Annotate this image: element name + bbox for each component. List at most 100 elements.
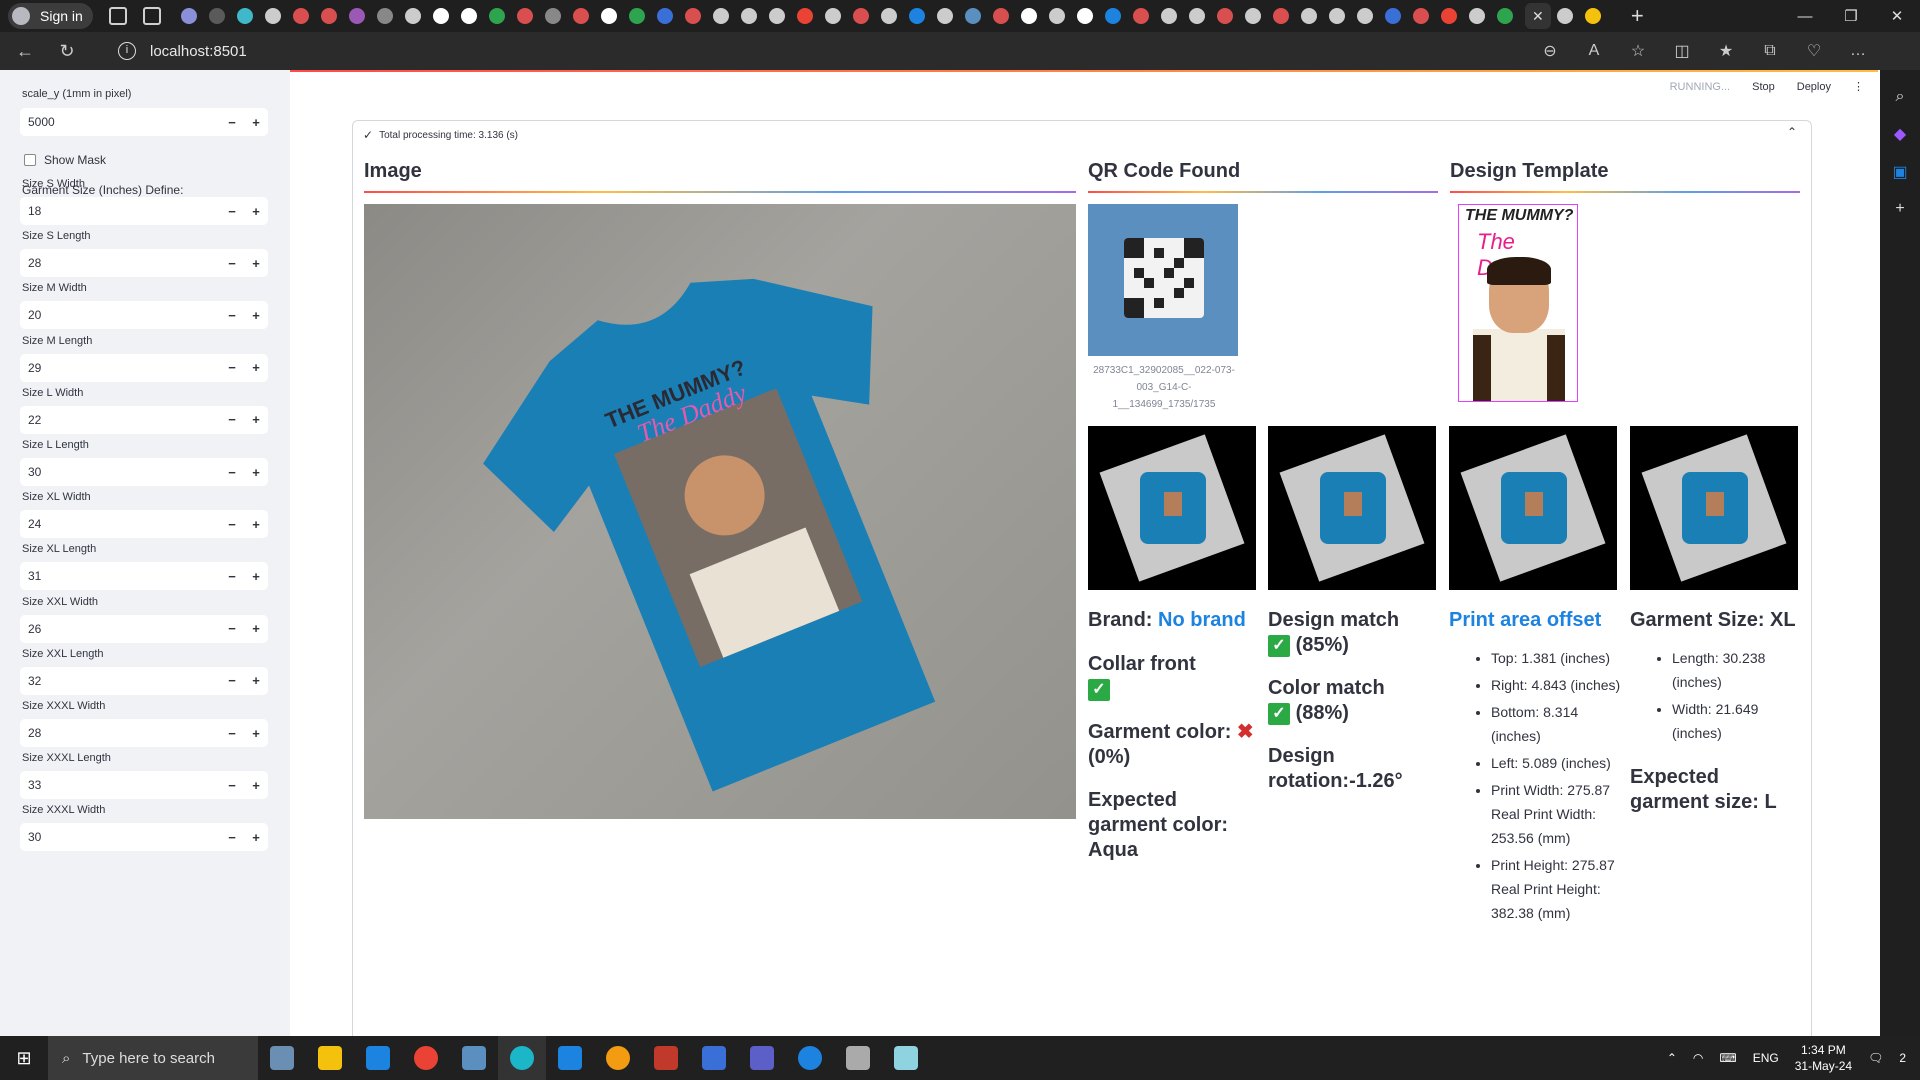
taskbar-app-icon[interactable] bbox=[450, 1036, 498, 1080]
favorite-star-icon[interactable]: ☆ bbox=[1616, 41, 1660, 61]
tab-favicon[interactable] bbox=[208, 8, 225, 24]
tab-favicon[interactable] bbox=[1556, 8, 1573, 24]
increment-button[interactable]: + bbox=[244, 360, 268, 375]
decrement-button[interactable]: − bbox=[220, 204, 244, 219]
decrement-button[interactable]: − bbox=[220, 360, 244, 375]
taskbar-app-icon[interactable] bbox=[594, 1036, 642, 1080]
increment-button[interactable]: + bbox=[244, 115, 268, 130]
chevron-up-icon[interactable]: ⌃ bbox=[1787, 125, 1797, 139]
size-number-input[interactable]: 22 − + bbox=[20, 405, 268, 434]
size-number-input[interactable]: 28 − + bbox=[20, 249, 268, 278]
tab-favicon[interactable] bbox=[768, 8, 785, 24]
increment-button[interactable]: + bbox=[244, 673, 268, 688]
decrement-button[interactable]: − bbox=[220, 412, 244, 427]
clock[interactable]: 1:34 PM 31-May-24 bbox=[1795, 1042, 1852, 1074]
zoom-icon[interactable]: ⊖ bbox=[1528, 41, 1572, 61]
file-explorer-icon[interactable] bbox=[306, 1036, 354, 1080]
search-icon[interactable]: ⌕ bbox=[1880, 88, 1920, 106]
taskbar-app-icon[interactable] bbox=[882, 1036, 930, 1080]
tab-favicon[interactable] bbox=[1496, 8, 1513, 24]
decrement-button[interactable]: − bbox=[220, 115, 244, 130]
increment-button[interactable]: + bbox=[244, 204, 268, 219]
tab-favicon[interactable] bbox=[1272, 8, 1289, 24]
tab-favicon[interactable] bbox=[796, 8, 813, 24]
tab-favicon[interactable] bbox=[1048, 8, 1065, 24]
expander-header[interactable]: ✓ Total processing time: 3.136 (s) bbox=[363, 128, 518, 142]
decrement-button[interactable]: − bbox=[220, 517, 244, 532]
tab-favicon[interactable] bbox=[684, 8, 701, 24]
close-window-icon[interactable]: ✕ bbox=[1874, 7, 1920, 25]
taskbar-app-icon[interactable] bbox=[642, 1036, 690, 1080]
site-info-icon[interactable]: i bbox=[118, 42, 136, 60]
tab-favicon[interactable] bbox=[236, 8, 253, 24]
decrement-button[interactable]: − bbox=[220, 673, 244, 688]
back-icon[interactable]: ← bbox=[8, 41, 42, 62]
split-screen-icon[interactable]: ◫ bbox=[1660, 41, 1704, 61]
tab-favicon[interactable] bbox=[404, 8, 421, 24]
tab-favicon[interactable] bbox=[880, 8, 897, 24]
tab-favicon[interactable] bbox=[1412, 8, 1429, 24]
sign-in-button[interactable]: Sign in bbox=[8, 3, 93, 29]
vscode-icon[interactable] bbox=[546, 1036, 594, 1080]
taskbar-app-icon[interactable] bbox=[690, 1036, 738, 1080]
increment-button[interactable]: + bbox=[244, 256, 268, 271]
outlook-icon[interactable]: ▣ bbox=[1880, 162, 1920, 182]
increment-button[interactable]: + bbox=[244, 830, 268, 845]
size-number-input[interactable]: 18 − + bbox=[20, 197, 268, 225]
tab-favicon[interactable] bbox=[1160, 8, 1177, 24]
deploy-button[interactable]: Deploy bbox=[1797, 81, 1831, 93]
more-menu-icon[interactable]: … bbox=[1836, 42, 1880, 60]
active-tab[interactable]: ✕ bbox=[1524, 3, 1551, 29]
increment-button[interactable]: + bbox=[244, 778, 268, 793]
tab-favicon[interactable] bbox=[656, 8, 673, 24]
tab-actions-icon[interactable] bbox=[142, 7, 161, 25]
tab-favicon[interactable] bbox=[1384, 8, 1401, 24]
new-tab-icon[interactable]: + bbox=[1631, 3, 1644, 29]
chevron-up-icon[interactable]: ⌃ bbox=[1667, 1051, 1677, 1065]
tab-favicon[interactable] bbox=[1020, 8, 1037, 24]
wifi-icon[interactable]: ◠ bbox=[1693, 1051, 1703, 1065]
github-icon[interactable] bbox=[600, 8, 617, 24]
keyboard-icon[interactable]: ⌨ bbox=[1719, 1051, 1736, 1065]
tab-favicon[interactable] bbox=[824, 8, 841, 24]
main-menu-icon[interactable]: ⋮ bbox=[1853, 80, 1864, 93]
tab-favicon[interactable] bbox=[1440, 8, 1457, 24]
github-icon[interactable] bbox=[1076, 8, 1093, 24]
performance-icon[interactable]: ♡ bbox=[1792, 41, 1836, 61]
tab-favicon[interactable] bbox=[320, 8, 337, 24]
tab-favicon[interactable] bbox=[936, 8, 953, 24]
chrome-icon[interactable] bbox=[402, 1036, 450, 1080]
tab-favicon[interactable] bbox=[1328, 8, 1345, 24]
store-icon[interactable] bbox=[354, 1036, 402, 1080]
github-icon[interactable] bbox=[460, 8, 477, 24]
github-icon[interactable] bbox=[432, 8, 449, 24]
size-number-input[interactable]: 33 − + bbox=[20, 771, 268, 800]
scale-input[interactable]: 5000 − + bbox=[20, 108, 268, 136]
increment-button[interactable]: + bbox=[244, 517, 268, 532]
decrement-button[interactable]: − bbox=[220, 465, 244, 480]
taskbar-app-icon[interactable] bbox=[786, 1036, 834, 1080]
copilot-icon[interactable]: ◆ bbox=[1880, 124, 1920, 144]
decrement-button[interactable]: − bbox=[220, 308, 244, 323]
increment-button[interactable]: + bbox=[244, 308, 268, 323]
tab-favicon[interactable] bbox=[740, 8, 757, 24]
tab-favicon[interactable] bbox=[852, 8, 869, 24]
size-number-input[interactable]: 30 − + bbox=[20, 823, 268, 852]
taskbar-app-icon[interactable] bbox=[834, 1036, 882, 1080]
increment-button[interactable]: + bbox=[244, 621, 268, 636]
size-number-input[interactable]: 32 − + bbox=[20, 666, 268, 695]
language-indicator[interactable]: ENG bbox=[1753, 1051, 1779, 1065]
edge-icon[interactable] bbox=[498, 1036, 546, 1080]
url-field[interactable]: i localhost:8501 bbox=[108, 36, 1598, 66]
tab-favicon[interactable] bbox=[180, 8, 197, 24]
tab-favicon[interactable] bbox=[348, 8, 365, 24]
teams-icon[interactable] bbox=[738, 1036, 786, 1080]
notifications-icon[interactable]: 🗨 2 bbox=[1868, 1051, 1906, 1065]
tab-favicon[interactable] bbox=[1468, 8, 1485, 24]
tab-favicon[interactable] bbox=[376, 8, 393, 24]
tab-favicon[interactable] bbox=[628, 8, 645, 24]
tab-favicon[interactable] bbox=[488, 8, 505, 24]
decrement-button[interactable]: − bbox=[220, 569, 244, 584]
checkbox-box[interactable] bbox=[24, 154, 36, 166]
minimize-icon[interactable]: — bbox=[1782, 8, 1828, 25]
